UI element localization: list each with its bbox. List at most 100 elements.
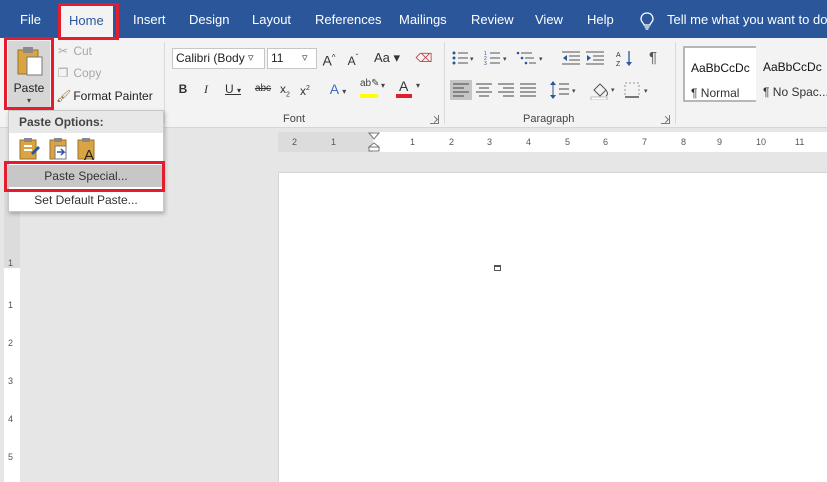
copy-label: Copy: [73, 66, 102, 80]
italic-icon[interactable]: I: [199, 79, 213, 99]
ruler-number: 4: [8, 414, 14, 424]
cut-label: Cut: [73, 44, 93, 58]
ruler-number: 1: [410, 137, 416, 147]
tab-mailings[interactable]: Mailings: [399, 0, 447, 38]
decrease-indent-icon[interactable]: [562, 50, 580, 66]
svg-text:Z: Z: [616, 61, 621, 67]
clipboard-icon: [17, 47, 43, 76]
paste-dropdown-menu: Paste Options: A Paste Special... Set De…: [8, 110, 164, 212]
tab-help[interactable]: Help: [587, 0, 614, 38]
paste-special-item[interactable]: Paste Special...: [9, 165, 163, 187]
numbering-icon[interactable]: 1 2 3 ▾: [484, 50, 508, 66]
format-painter-button[interactable]: 🖌 Format Painter: [56, 86, 153, 106]
superscript-icon[interactable]: x2: [298, 79, 312, 99]
ruler-number: 1: [8, 258, 14, 268]
ruler-number: 5: [8, 452, 14, 462]
bullets-icon[interactable]: ▾: [452, 50, 474, 66]
ruler-number: 11: [795, 137, 805, 147]
paste-label: Paste: [13, 81, 45, 95]
clear-formatting-icon[interactable]: ⌫: [414, 48, 434, 68]
style-no-spacing[interactable]: AaBbCcDc ¶ No Spac...: [756, 46, 827, 102]
tab-layout[interactable]: Layout: [252, 0, 291, 38]
ruler-number: 3: [8, 376, 14, 386]
svg-text:▾: ▾: [470, 56, 474, 63]
paste-options-marker-icon[interactable]: [494, 265, 501, 271]
line-spacing-icon[interactable]: ▾: [550, 81, 578, 99]
borders-icon[interactable]: ▾: [624, 82, 654, 98]
cut-button[interactable]: ✂ Cut: [56, 41, 92, 61]
shading-icon[interactable]: ▾: [590, 80, 618, 100]
keep-source-formatting-icon[interactable]: [17, 137, 41, 161]
tell-me-search[interactable]: Tell me what you want to do: [667, 0, 827, 38]
font-color-button[interactable]: A ▾: [396, 78, 424, 100]
highlighter-icon: ab✎: [360, 78, 380, 89]
highlight-color-button[interactable]: ab✎ ▾: [360, 78, 388, 100]
sort-icon[interactable]: AZ: [616, 49, 636, 67]
increase-indent-icon[interactable]: [586, 50, 604, 66]
ruler-number: 8: [681, 137, 687, 147]
show-formatting-marks-icon[interactable]: ¶: [646, 48, 660, 68]
ruler-number: 4: [526, 137, 532, 147]
chevron-down-icon[interactable]: ▿: [248, 51, 254, 64]
chevron-down-icon[interactable]: ▿: [302, 51, 308, 64]
style-name: ¶ Normal: [691, 86, 740, 100]
change-case-icon[interactable]: Aa ▾: [372, 48, 402, 68]
paragraph-group-label: Paragraph: [523, 113, 575, 125]
chevron-down-icon: ▾: [416, 81, 421, 90]
paragraph-dialog-launcher-icon[interactable]: [661, 115, 670, 124]
indent-marker-icon[interactable]: [368, 132, 380, 152]
ruler-number: 10: [756, 137, 767, 147]
copy-icon: ❐: [57, 66, 69, 80]
underline-icon[interactable]: U ▾: [221, 79, 245, 99]
justify-icon[interactable]: [520, 83, 536, 97]
ruler-number: 2: [292, 137, 298, 147]
keep-text-only-icon[interactable]: A: [75, 137, 99, 161]
paste-options-header: Paste Options:: [9, 111, 163, 133]
ruler-number: 5: [565, 137, 571, 147]
format-painter-label: Format Painter: [73, 89, 153, 103]
strikethrough-icon[interactable]: abc: [252, 79, 274, 99]
subscript-icon[interactable]: x2: [278, 79, 292, 99]
svg-text:▾: ▾: [572, 88, 576, 95]
tab-references[interactable]: References: [315, 0, 381, 38]
horizontal-ruler[interactable]: 2 1 1 2 3 4 5 6 7 8 9 10 11: [278, 132, 827, 152]
document-page[interactable]: [278, 172, 827, 482]
tab-design[interactable]: Design: [189, 0, 229, 38]
highlight-color-bar: [360, 94, 378, 98]
paste-button[interactable]: Paste ▾: [8, 41, 50, 109]
bold-icon[interactable]: B: [176, 79, 190, 99]
font-color-icon: A: [399, 78, 409, 94]
tab-view[interactable]: View: [535, 0, 563, 38]
svg-text:▾: ▾: [611, 87, 615, 94]
svg-text:A: A: [84, 147, 94, 161]
scissors-icon: ✂: [57, 44, 69, 58]
ruler-number: 2: [8, 338, 14, 348]
set-default-paste-item[interactable]: Set Default Paste...: [9, 189, 163, 211]
align-right-icon[interactable]: [498, 83, 514, 97]
font-group-label: Font: [283, 113, 306, 125]
text-effects-icon[interactable]: A ▾: [326, 79, 350, 99]
tab-insert[interactable]: Insert: [133, 0, 166, 38]
svg-text:A: A: [616, 52, 621, 59]
svg-text:▾: ▾: [644, 88, 648, 95]
paintbrush-icon: 🖌: [56, 89, 72, 103]
multilevel-list-icon[interactable]: ▾: [516, 50, 546, 66]
ruler-number: 7: [642, 137, 648, 147]
grow-font-icon[interactable]: A^: [320, 48, 338, 69]
align-center-icon[interactable]: [476, 83, 492, 97]
vertical-ruler[interactable]: 1 1 2 3 4 5: [4, 168, 20, 482]
font-dialog-launcher-icon[interactable]: [430, 115, 439, 124]
align-left-button[interactable]: [450, 80, 472, 100]
ruler-number: 6: [603, 137, 609, 147]
shrink-font-icon[interactable]: Aˇ: [344, 48, 362, 68]
style-normal[interactable]: AaBbCcDc ¶ Normal: [683, 46, 759, 102]
font-size-box[interactable]: 11: [267, 48, 317, 69]
group-separator: [164, 42, 165, 124]
tab-file[interactable]: File: [20, 0, 41, 38]
copy-button[interactable]: ❐ Copy: [56, 63, 102, 83]
merge-formatting-icon[interactable]: [47, 137, 71, 161]
style-preview: AaBbCcDc: [763, 60, 822, 74]
tab-review[interactable]: Review: [471, 0, 514, 38]
tab-home[interactable]: Home: [60, 6, 113, 38]
group-separator: [675, 42, 676, 124]
